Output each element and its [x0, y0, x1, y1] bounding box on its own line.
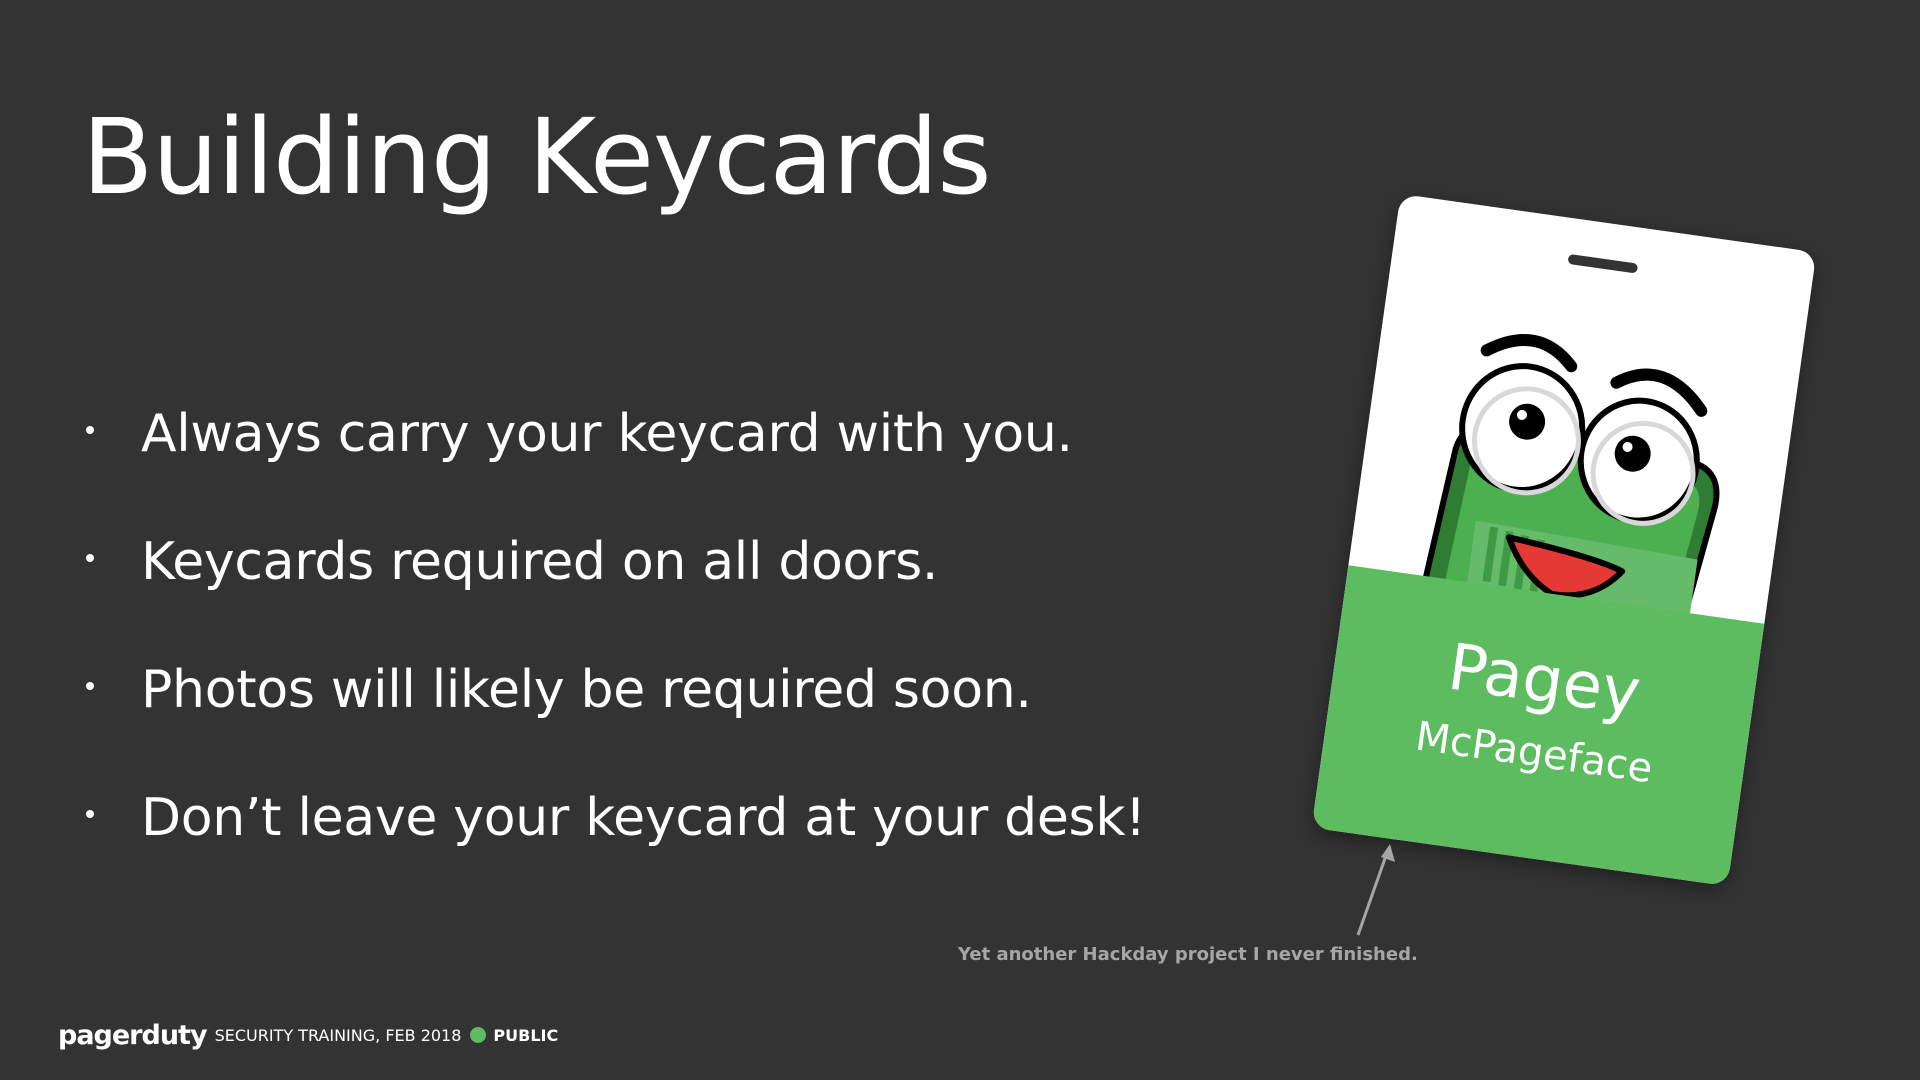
public-label: PUBLIC — [493, 1025, 559, 1045]
pagerduty-logo: pagerduty — [58, 1019, 208, 1051]
bullet-dot-icon — [86, 682, 94, 690]
footer-text: SECURITY TRAINING, FEB 2018 — [214, 1025, 462, 1045]
bullet-item: Keycards required on all doors. — [82, 498, 1146, 626]
lanyard-slot — [1567, 253, 1639, 274]
bullet-item: Always carry your keycard with you. — [82, 370, 1146, 498]
bullet-dot-icon — [86, 554, 94, 562]
caption: Yet another Hackday project I never fini… — [958, 944, 1418, 965]
bullet-list: Always carry your keycard with you. Keyc… — [82, 370, 1146, 882]
bullet-text: Don’t leave your keycard at your desk! — [141, 788, 1146, 848]
slide-title: Building Keycards — [82, 96, 992, 218]
bullet-text: Always carry your keycard with you. — [141, 404, 1073, 464]
bullet-text: Keycards required on all doors. — [141, 532, 939, 592]
bullet-dot-icon — [86, 810, 94, 818]
bullet-text: Photos will likely be required soon. — [141, 660, 1032, 720]
bullet-item: Photos will likely be required soon. — [82, 626, 1146, 754]
keycard-illustration: Pagey McPageface — [1311, 193, 1817, 887]
status-dot-icon — [470, 1027, 487, 1043]
bullet-item: Don’t leave your keycard at your desk! — [82, 754, 1146, 882]
keycard: Pagey McPageface — [1311, 193, 1817, 887]
slide: Building Keycards Always carry your keyc… — [0, 0, 1920, 1080]
bullet-dot-icon — [86, 426, 94, 434]
footer: pagerduty SECURITY TRAINING, FEB 2018 PU… — [58, 1019, 559, 1051]
annotation-arrow-icon — [1356, 844, 1395, 936]
